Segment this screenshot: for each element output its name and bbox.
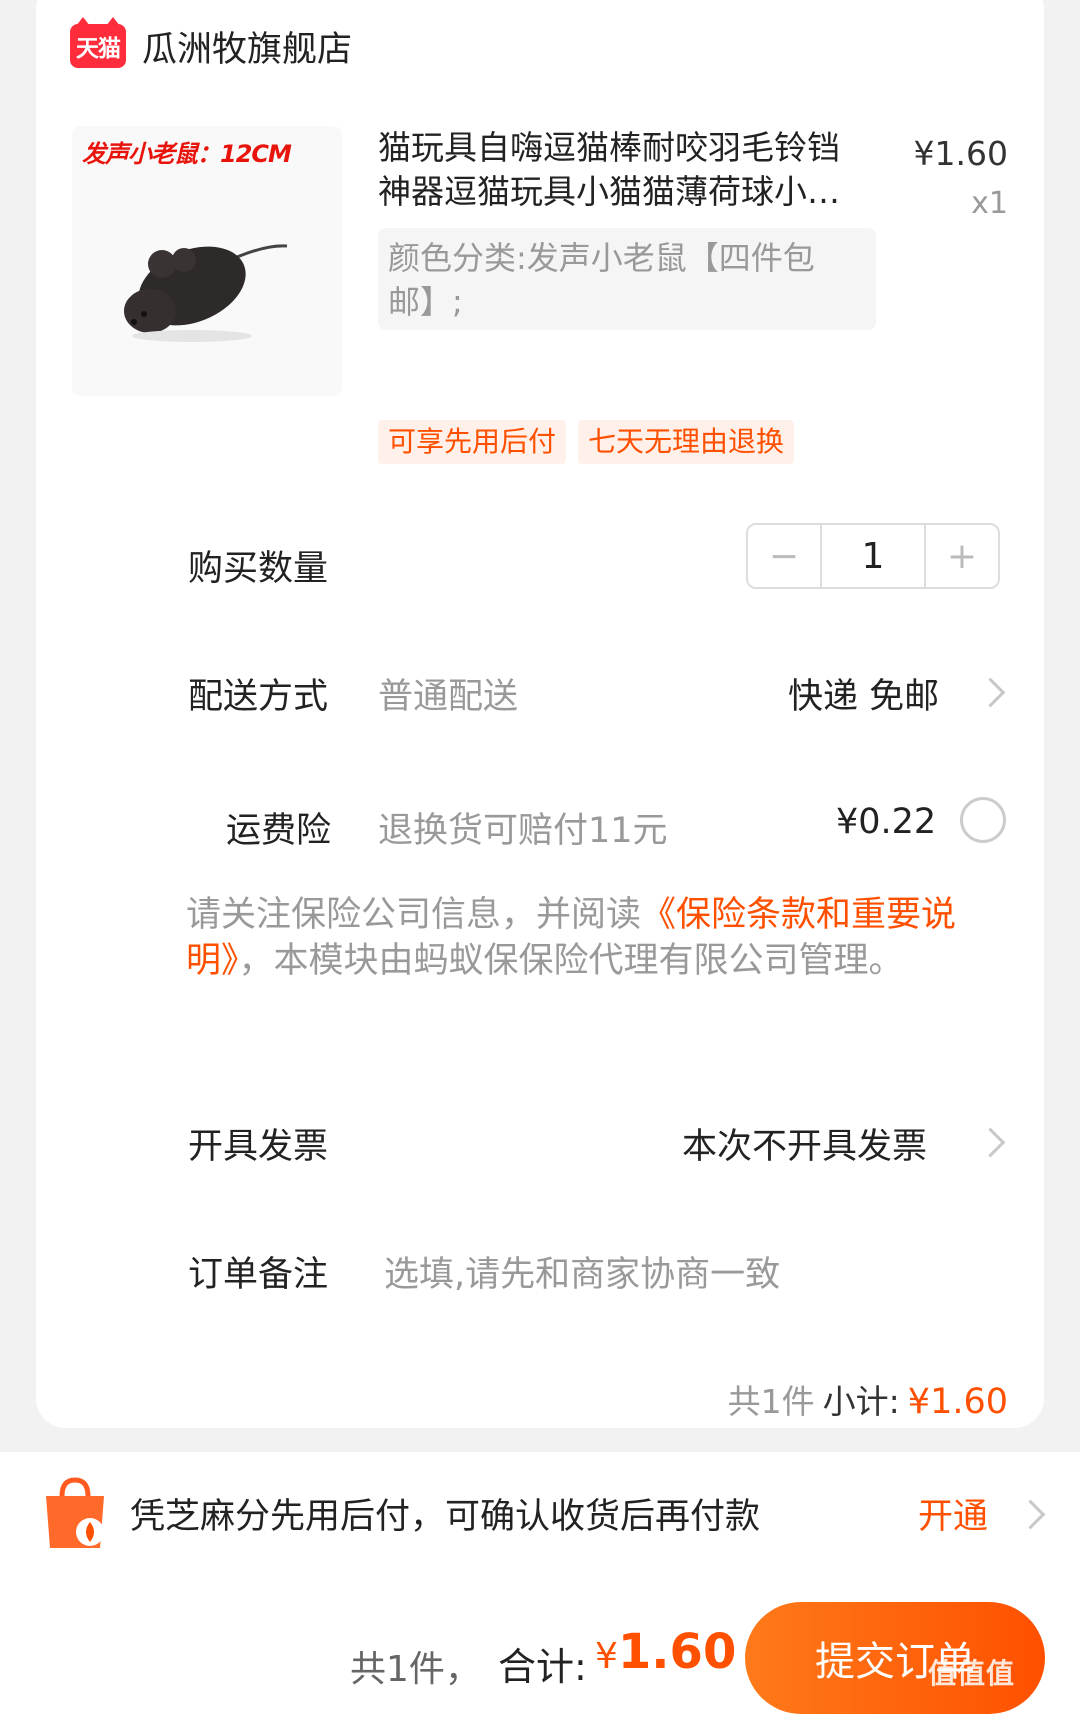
- delivery-method: 普通配送: [378, 677, 519, 717]
- subtotal-label: 小计:: [822, 1382, 900, 1421]
- zhima-chevron-right-icon[interactable]: [1015, 1499, 1046, 1530]
- checkout-bar: 共1件， 合计: ¥1.60 提交订单: [0, 1584, 1080, 1725]
- insurance-label: 运费险: [226, 811, 332, 851]
- delivery-value[interactable]: 快递 免邮: [788, 668, 939, 719]
- insurance-desc: 退换货可赔付11元: [378, 811, 668, 851]
- quantity-label: 购买数量: [188, 549, 329, 589]
- delivery-label: 配送方式: [188, 677, 329, 717]
- tag-pay-later: 可享先用后付: [378, 420, 567, 464]
- insurance-radio[interactable]: [960, 797, 1006, 843]
- notice-text-after: ，本模块由蚂蚁保保险代理有限公司管理。: [238, 941, 904, 981]
- mouse-toy-icon: [124, 244, 288, 342]
- tmall-logo-icon: 天猫: [70, 17, 126, 68]
- total-label: 合计:: [498, 1645, 587, 1689]
- shop-header[interactable]: 天猫 瓜洲牧旗舰店: [70, 16, 352, 76]
- quantity-plus-button[interactable]: +: [926, 525, 998, 587]
- quantity-minus-button[interactable]: −: [748, 525, 820, 587]
- product-image[interactable]: 发声小老鼠：12CM: [72, 126, 342, 396]
- product-tags: 可享先用后付 七天无理由退换: [378, 420, 795, 464]
- subtotal-count: 共1件: [727, 1382, 815, 1421]
- zhima-text: 凭芝麻分先用后付，可确认收货后再付款: [130, 1497, 761, 1537]
- invoice-label: 开具发票: [188, 1127, 329, 1167]
- quantity-stepper[interactable]: − 1 +: [746, 523, 1000, 589]
- total-currency: ¥: [595, 1636, 618, 1677]
- product-quantity: x1: [971, 186, 1008, 221]
- product-title[interactable]: 猫玩具自嗨逗猫棒耐咬羽毛铃铛神器逗猫玩具小猫猫薄荷球小猫咪用品: [378, 126, 848, 214]
- total-count: 共1件，: [350, 1649, 481, 1690]
- product-unit-price: ¥1.60: [913, 134, 1008, 173]
- tmall-badge-text: 天猫: [76, 36, 121, 62]
- remark-label: 订单备注: [188, 1255, 329, 1295]
- remark-input[interactable]: 选填,请先和商家协商一致: [384, 1246, 780, 1297]
- quantity-input[interactable]: 1: [820, 525, 926, 587]
- product-sku[interactable]: 颜色分类:发声小老鼠【四件包邮】;: [378, 228, 876, 330]
- subtotal-amount: ¥1.60: [907, 1382, 1008, 1422]
- total-amount-value: 1.60: [617, 1624, 737, 1680]
- insurance-price: ¥0.22: [836, 802, 937, 842]
- notice-text-before: 请关注保险公司信息，并阅读: [186, 895, 642, 935]
- insurance-notice: 请关注保险公司信息，并阅读《保险条款和重要说明》，本模块由蚂蚁保保险代理有限公司…: [186, 892, 1016, 984]
- zhima-pay-later-bar[interactable]: 凭芝麻分先用后付，可确认收货后再付款 开通: [0, 1452, 1080, 1584]
- shopping-bag-icon: [46, 1477, 104, 1548]
- zhima-open-button[interactable]: 开通: [918, 1488, 988, 1539]
- subtotal: 共1件 小计: ¥1.60: [728, 1375, 1008, 1423]
- shop-name[interactable]: 瓜洲牧旗舰店: [142, 21, 352, 72]
- invoice-value[interactable]: 本次不开具发票: [682, 1118, 927, 1169]
- total-amount: ¥1.60: [595, 1624, 736, 1680]
- tag-7day-return: 七天无理由退换: [578, 420, 795, 464]
- watermark: 值值值: [928, 1657, 1016, 1690]
